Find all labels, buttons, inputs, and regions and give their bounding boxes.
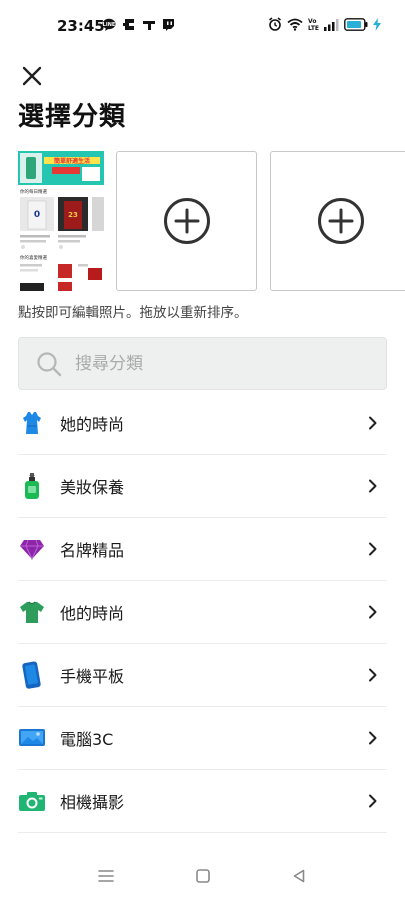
category-item-cameras[interactable]: 相機攝影 xyxy=(18,770,387,833)
status-left-icons: LINE xyxy=(102,18,175,31)
category-item-phones[interactable]: 手機平板 xyxy=(18,644,387,707)
svg-text:Vo: Vo xyxy=(308,18,316,25)
add-circle-icon xyxy=(163,198,210,244)
signal-icon xyxy=(324,18,339,31)
category-item-computers[interactable]: 電腦3C xyxy=(18,707,387,770)
menu-icon xyxy=(98,870,114,882)
chevron-right-icon xyxy=(369,668,377,682)
banner-text: 簡單舒適生活 xyxy=(53,157,90,165)
search-icon xyxy=(37,351,62,376)
category-label: 他的時尚 xyxy=(60,604,125,623)
twitch-icon xyxy=(162,18,175,31)
camera-icon xyxy=(18,787,46,815)
line-icon: LINE xyxy=(102,18,116,31)
category-list: 她的時尚 美妝保養 名牌精品 他的時尚 手機平板 電腦3C 相機攝影 xyxy=(18,392,387,833)
svg-text:0: 0 xyxy=(34,210,40,220)
svg-text:LINE: LINE xyxy=(103,22,116,28)
chevron-right-icon xyxy=(369,542,377,556)
notification-icon xyxy=(142,18,156,31)
close-icon xyxy=(22,66,42,86)
photo-thumbnail[interactable]: 簡單舒適生活 你的每日精選 0 23 你的喜愛精選 xyxy=(18,151,104,291)
page-title: 選擇分類 xyxy=(18,102,127,132)
category-label: 名牌精品 xyxy=(60,541,125,560)
svg-text:23: 23 xyxy=(68,211,78,219)
category-label: 電腦3C xyxy=(60,730,114,749)
category-label: 美妝保養 xyxy=(60,478,125,497)
nav-back-button[interactable] xyxy=(287,864,311,888)
chevron-right-icon xyxy=(369,794,377,808)
tshirt-icon xyxy=(18,598,46,626)
chevron-right-icon xyxy=(369,416,377,430)
category-label: 她的時尚 xyxy=(60,415,125,434)
monitor-icon xyxy=(18,724,46,752)
category-item-her-fashion[interactable]: 她的時尚 xyxy=(18,392,387,455)
system-nav-bar xyxy=(0,850,405,900)
add-photo-slot-2[interactable] xyxy=(270,151,405,291)
svg-text:LTE: LTE xyxy=(308,25,319,31)
category-item-his-fashion[interactable]: 他的時尚 xyxy=(18,581,387,644)
thumb-section-2: 你的喜愛精選 xyxy=(20,254,47,261)
category-label: 相機攝影 xyxy=(60,793,125,812)
diamond-icon xyxy=(18,535,46,563)
phone-icon xyxy=(18,661,46,689)
battery-icon xyxy=(344,17,368,31)
status-time: 23:45 xyxy=(57,17,105,35)
square-icon xyxy=(196,869,210,883)
nav-home-button[interactable] xyxy=(191,864,215,888)
cosmetic-bottle-icon xyxy=(18,472,46,500)
chevron-right-icon xyxy=(369,479,377,493)
search-box[interactable] xyxy=(18,337,387,390)
add-circle-icon xyxy=(317,198,364,244)
messenger-icon xyxy=(122,18,136,31)
search-input[interactable] xyxy=(75,353,355,374)
screenshot-photo: 簡單舒適生活 你的每日精選 0 23 你的喜愛精選 xyxy=(18,151,104,291)
close-button[interactable] xyxy=(18,62,46,90)
chevron-right-icon xyxy=(369,605,377,619)
dress-icon xyxy=(18,409,46,437)
status-right-icons: Vo LTE xyxy=(268,17,381,31)
chevron-right-icon xyxy=(369,731,377,745)
photo-hint: 點按即可編輯照片。拖放以重新排序。 xyxy=(18,305,248,321)
category-item-luxury[interactable]: 名牌精品 xyxy=(18,518,387,581)
thumb-section-1: 你的每日精選 xyxy=(20,188,47,195)
add-photo-slot-1[interactable] xyxy=(116,151,257,291)
category-item-beauty[interactable]: 美妝保養 xyxy=(18,455,387,518)
nav-menu-button[interactable] xyxy=(94,864,118,888)
wifi-icon xyxy=(287,18,303,31)
category-label: 手機平板 xyxy=(60,667,125,686)
photo-strip: 簡單舒適生活 你的每日精選 0 23 你的喜愛精選 xyxy=(18,151,405,291)
back-triangle-icon xyxy=(293,869,305,883)
alarm-icon xyxy=(268,17,282,31)
volte-icon: Vo LTE xyxy=(308,17,319,31)
charging-icon xyxy=(373,17,381,31)
status-bar: 23:45 LINE Vo LTE xyxy=(0,0,405,54)
